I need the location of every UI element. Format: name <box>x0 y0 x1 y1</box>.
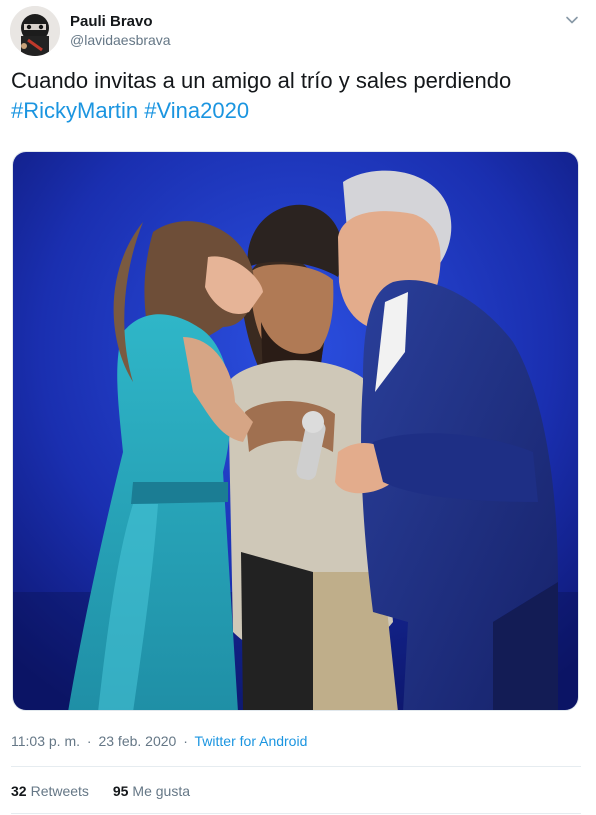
likes-label: Me gusta <box>132 783 190 799</box>
likes-count: 95 <box>112 783 129 799</box>
tweet-date[interactable]: 23 feb. 2020 <box>98 733 176 749</box>
tweet-time[interactable]: 11:03 p. m. <box>11 733 80 749</box>
divider <box>11 766 581 767</box>
retweets-count: 32 <box>11 783 27 799</box>
tweet-source[interactable]: Twitter for Android <box>195 733 308 749</box>
tweet-photo[interactable] <box>12 151 579 711</box>
meta-separator-2: · <box>183 733 188 749</box>
avatar[interactable] <box>10 6 60 56</box>
meta-separator-1: · <box>86 733 92 749</box>
avatar-image <box>10 6 60 56</box>
chevron-down-icon[interactable] <box>564 12 580 28</box>
author-display-name[interactable]: Pauli Bravo <box>70 13 153 30</box>
tweet-card: Pauli Bravo @lavidaesbrava Cuando invita… <box>0 0 596 815</box>
divider-bottom <box>11 813 581 814</box>
retweets-stat[interactable]: 32 Retweets <box>11 783 89 799</box>
author-handle[interactable]: @lavidaesbrava <box>70 32 171 48</box>
tweet-header: Pauli Bravo @lavidaesbrava <box>10 6 586 56</box>
tweet-stats: 32 Retweets 95 Me gusta <box>11 783 210 799</box>
likes-stat[interactable]: 95 Me gusta <box>113 783 190 799</box>
tweet-meta: 11:03 p. m. · 23 feb. 2020 · Twitter for… <box>11 733 307 749</box>
hashtag-rickymartin[interactable]: #RickyMartin <box>11 98 138 123</box>
hashtag-vina2020[interactable]: #Vina2020 <box>144 98 249 123</box>
retweets-label: Retweets <box>30 783 89 799</box>
tweet-body: Cuando invitas a un amigo al trío y sale… <box>11 68 512 93</box>
tweet-text: Cuando invitas a un amigo al trío y sale… <box>11 66 581 126</box>
